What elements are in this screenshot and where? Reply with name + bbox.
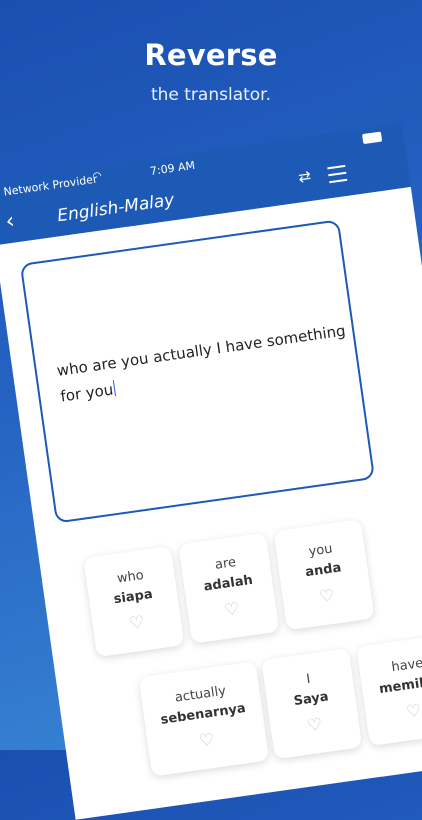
heart-icon[interactable]: ♡ xyxy=(187,594,277,626)
word-card-are[interactable]: are adalah ♡ xyxy=(178,532,280,644)
wifi-icon: ◠ xyxy=(91,168,103,184)
back-arrow-icon[interactable]: ‹ xyxy=(4,209,16,235)
heart-icon[interactable]: ♡ xyxy=(282,581,372,613)
word-card-have[interactable]: have memiliki ♡ xyxy=(356,633,422,747)
battery-icon xyxy=(362,131,383,145)
main-content: who are you actually I have something fo… xyxy=(0,186,422,820)
promo-subline: the translator. xyxy=(150,85,272,105)
word-card-who[interactable]: who siapa ♡ xyxy=(83,545,185,658)
heart-icon[interactable]: ♡ xyxy=(92,607,182,639)
promo-headline: Reverse xyxy=(144,38,278,72)
swap-languages-icon[interactable]: ⇄ xyxy=(297,167,312,187)
app-bar-title: English-Malay xyxy=(56,190,176,227)
input-text[interactable]: who are you actually I have something fo… xyxy=(55,316,359,409)
word-card-actually[interactable]: actually sebenarnya ♡ xyxy=(138,661,270,777)
word-english: have xyxy=(390,655,422,676)
status-time: 7:09 AM xyxy=(149,158,196,178)
menu-icon[interactable] xyxy=(327,160,348,188)
heart-icon[interactable]: ♡ xyxy=(365,695,422,728)
phone-screen: Network Provider ◠ 7:09 AM ‹ English-Mal… xyxy=(0,123,422,820)
heart-icon[interactable]: ♡ xyxy=(270,709,360,741)
translation-input[interactable]: who are you actually I have something fo… xyxy=(19,219,376,524)
word-card-you[interactable]: you anda ♡ xyxy=(273,519,375,631)
heart-icon[interactable]: ♡ xyxy=(147,723,267,759)
word-card-i[interactable]: I Saya ♡ xyxy=(261,648,363,760)
